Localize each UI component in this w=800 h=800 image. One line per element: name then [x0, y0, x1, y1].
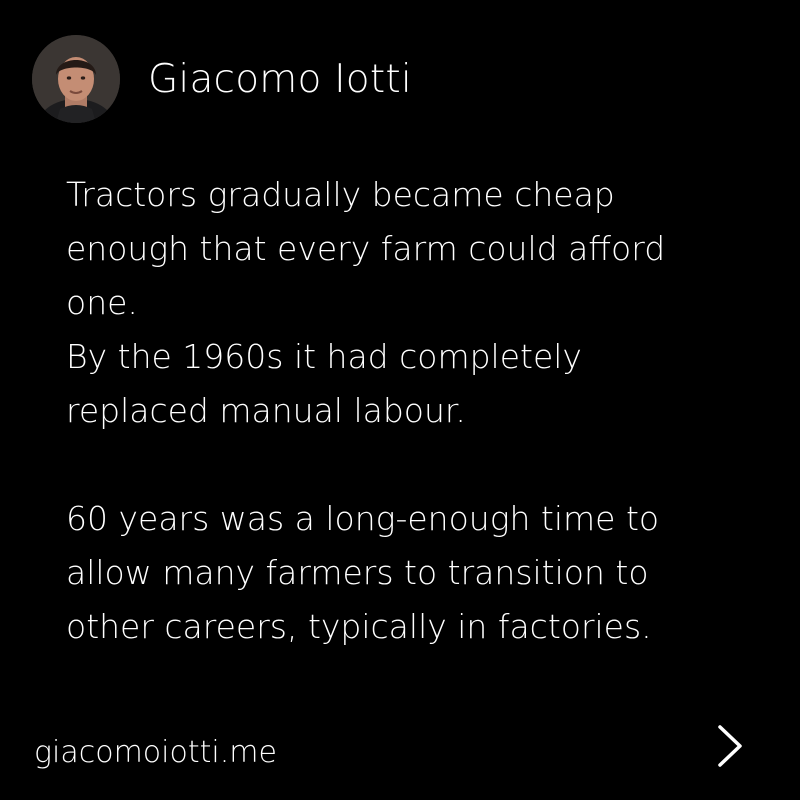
- person-avatar-icon: [32, 35, 120, 123]
- post-paragraph-2: 60 years was a long-enough time to allow…: [66, 492, 756, 654]
- post-line: one.: [66, 283, 138, 322]
- post-paragraph-1: Tractors gradually became cheap enough t…: [66, 168, 756, 438]
- next-slide-button[interactable]: [706, 718, 754, 774]
- chevron-right-icon: [718, 725, 742, 767]
- post-header: Giacomo Iotti: [32, 35, 412, 123]
- post-body: Tractors gradually became cheap enough t…: [66, 168, 756, 654]
- post-line: enough that every farm could afford: [66, 229, 666, 268]
- post-line: allow many farmers to transition to: [66, 553, 649, 592]
- post-line: Tractors gradually became cheap: [66, 175, 615, 214]
- post-line: By the 1960s it had completely: [66, 337, 582, 376]
- footer-website-link[interactable]: giacomoiotti.me: [34, 735, 277, 770]
- post-line: replaced manual labour.: [66, 391, 466, 430]
- post-line: other careers, typically in factories.: [66, 607, 652, 646]
- avatar[interactable]: [32, 35, 120, 123]
- post-line: 60 years was a long-enough time to: [66, 499, 660, 538]
- author-name: Giacomo Iotti: [148, 56, 412, 102]
